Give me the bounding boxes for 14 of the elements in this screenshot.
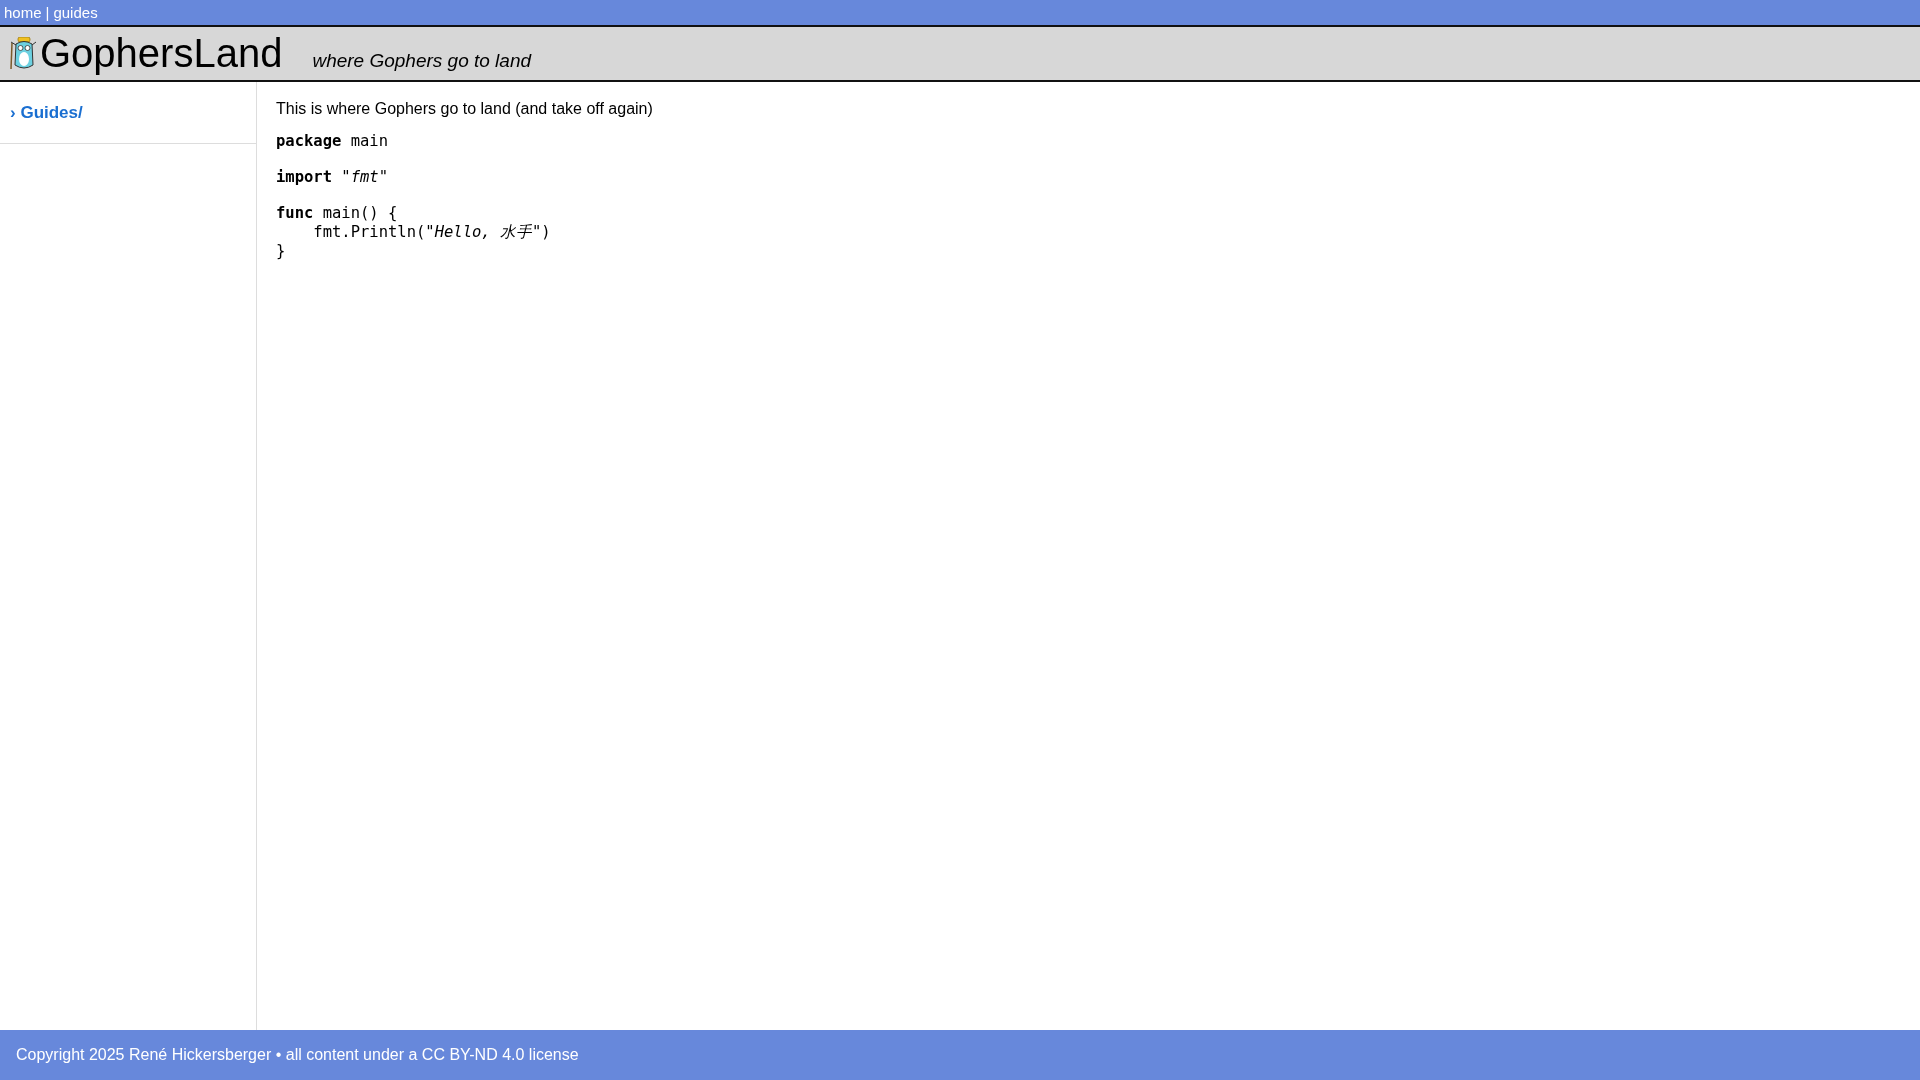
nav-link[interactable]: home [4, 4, 42, 21]
code-line: func main() { [276, 204, 398, 223]
code-line: package main [276, 132, 388, 151]
footer-text: Copyright 2025 René Hickersberger • all content under a CC BY-ND 4.0 license [16, 1046, 579, 1064]
site-title: GophersLand [40, 31, 283, 76]
gopher-icon [8, 36, 38, 71]
code-line: import "fmt" [276, 168, 388, 187]
intro-text: This is where Gophers go to land (and take off again) [276, 100, 653, 118]
code-line: } [276, 242, 286, 261]
nav-link[interactable]: guides [53, 4, 98, 21]
nav-separator: | [45, 4, 50, 21]
code-line: fmt.Println("Hello, 水手") [312, 223, 551, 242]
sidebar-link[interactable]: › Guides/ [10, 103, 83, 122]
site-tagline: where Gophers go to land [312, 49, 532, 72]
